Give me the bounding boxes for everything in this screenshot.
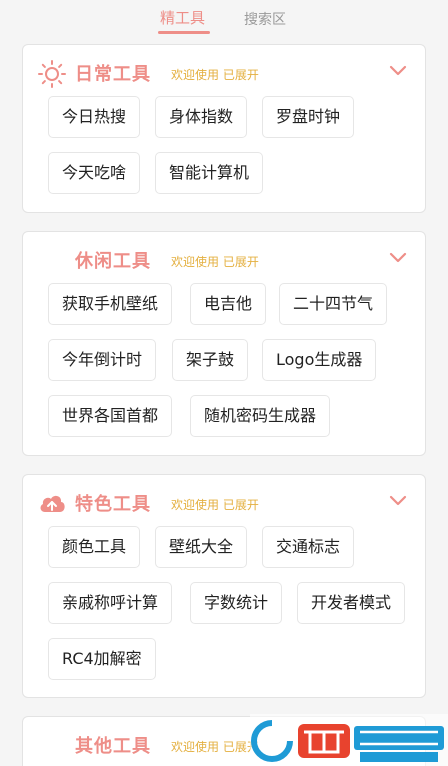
- tool-button[interactable]: 罗盘时钟: [262, 96, 355, 138]
- tool-button[interactable]: 亲戚称呼计算: [48, 582, 173, 624]
- cloud-upload-icon: [40, 495, 65, 512]
- tool-button[interactable]: Logo生成器: [262, 339, 377, 381]
- section-title: 休闲工具: [75, 251, 151, 272]
- watermark-logo: [250, 714, 448, 766]
- tool-button[interactable]: 身体指数: [155, 96, 248, 138]
- section-header[interactable]: 特色工具 欢迎使用 已展开: [23, 475, 425, 521]
- tool-button[interactable]: 壁纸大全: [155, 526, 248, 568]
- section-subtitle: 欢迎使用 已展开: [171, 498, 259, 512]
- tool-button[interactable]: 字数统计: [190, 582, 283, 624]
- section-header[interactable]: 休闲工具 欢迎使用 已展开: [23, 232, 425, 278]
- sun-icon: [38, 60, 66, 88]
- tool-button[interactable]: 今天吃啥: [48, 152, 141, 194]
- tab-search-area[interactable]: 搜索区: [244, 9, 286, 29]
- tool-button[interactable]: 二十四节气: [279, 283, 388, 325]
- tool-button[interactable]: 交通标志: [262, 526, 355, 568]
- tool-button[interactable]: 随机密码生成器: [190, 395, 331, 437]
- tool-button[interactable]: 世界各国首都: [48, 395, 173, 437]
- tool-button[interactable]: 今年倒计时: [48, 339, 157, 381]
- tool-button[interactable]: 今日热搜: [48, 96, 141, 138]
- tool-button[interactable]: 颜色工具: [48, 526, 141, 568]
- section-daily-tools: 日常工具 欢迎使用 已展开 今日热搜 身体指数 罗盘时钟 今天吃啥 智能计算机: [22, 44, 426, 213]
- chevron-down-icon[interactable]: [389, 65, 407, 77]
- section-title: 特色工具: [75, 494, 151, 515]
- section-featured-tools: 特色工具 欢迎使用 已展开 颜色工具 壁纸大全 交通标志 亲戚称呼计算 字数统计…: [22, 474, 426, 698]
- section-subtitle: 欢迎使用 已展开: [171, 255, 259, 269]
- active-tab-indicator: [158, 31, 210, 34]
- tool-button[interactable]: 开发者模式: [297, 582, 406, 624]
- tool-button[interactable]: 智能计算机: [155, 152, 264, 194]
- section-title: 其他工具: [75, 736, 151, 757]
- chevron-down-icon[interactable]: [389, 495, 407, 507]
- tab-featured-tools[interactable]: 精工具: [160, 7, 205, 28]
- chevron-down-icon[interactable]: [389, 252, 407, 264]
- tool-button[interactable]: 获取手机壁纸: [48, 283, 173, 325]
- section-subtitle: 欢迎使用 已展开: [171, 740, 259, 754]
- tool-button[interactable]: RC4加解密: [48, 638, 156, 680]
- top-tab-bar: 精工具 搜索区: [0, 0, 448, 38]
- section-header[interactable]: 日常工具 欢迎使用 已展开: [23, 45, 425, 91]
- section-title: 日常工具: [75, 64, 151, 85]
- tool-button[interactable]: 架子鼓: [172, 339, 249, 381]
- tool-button[interactable]: 电吉他: [190, 283, 267, 325]
- section-leisure-tools: 休闲工具 欢迎使用 已展开 获取手机壁纸 电吉他 二十四节气 今年倒计时 架子鼓…: [22, 231, 426, 456]
- section-subtitle: 欢迎使用 已展开: [171, 68, 259, 82]
